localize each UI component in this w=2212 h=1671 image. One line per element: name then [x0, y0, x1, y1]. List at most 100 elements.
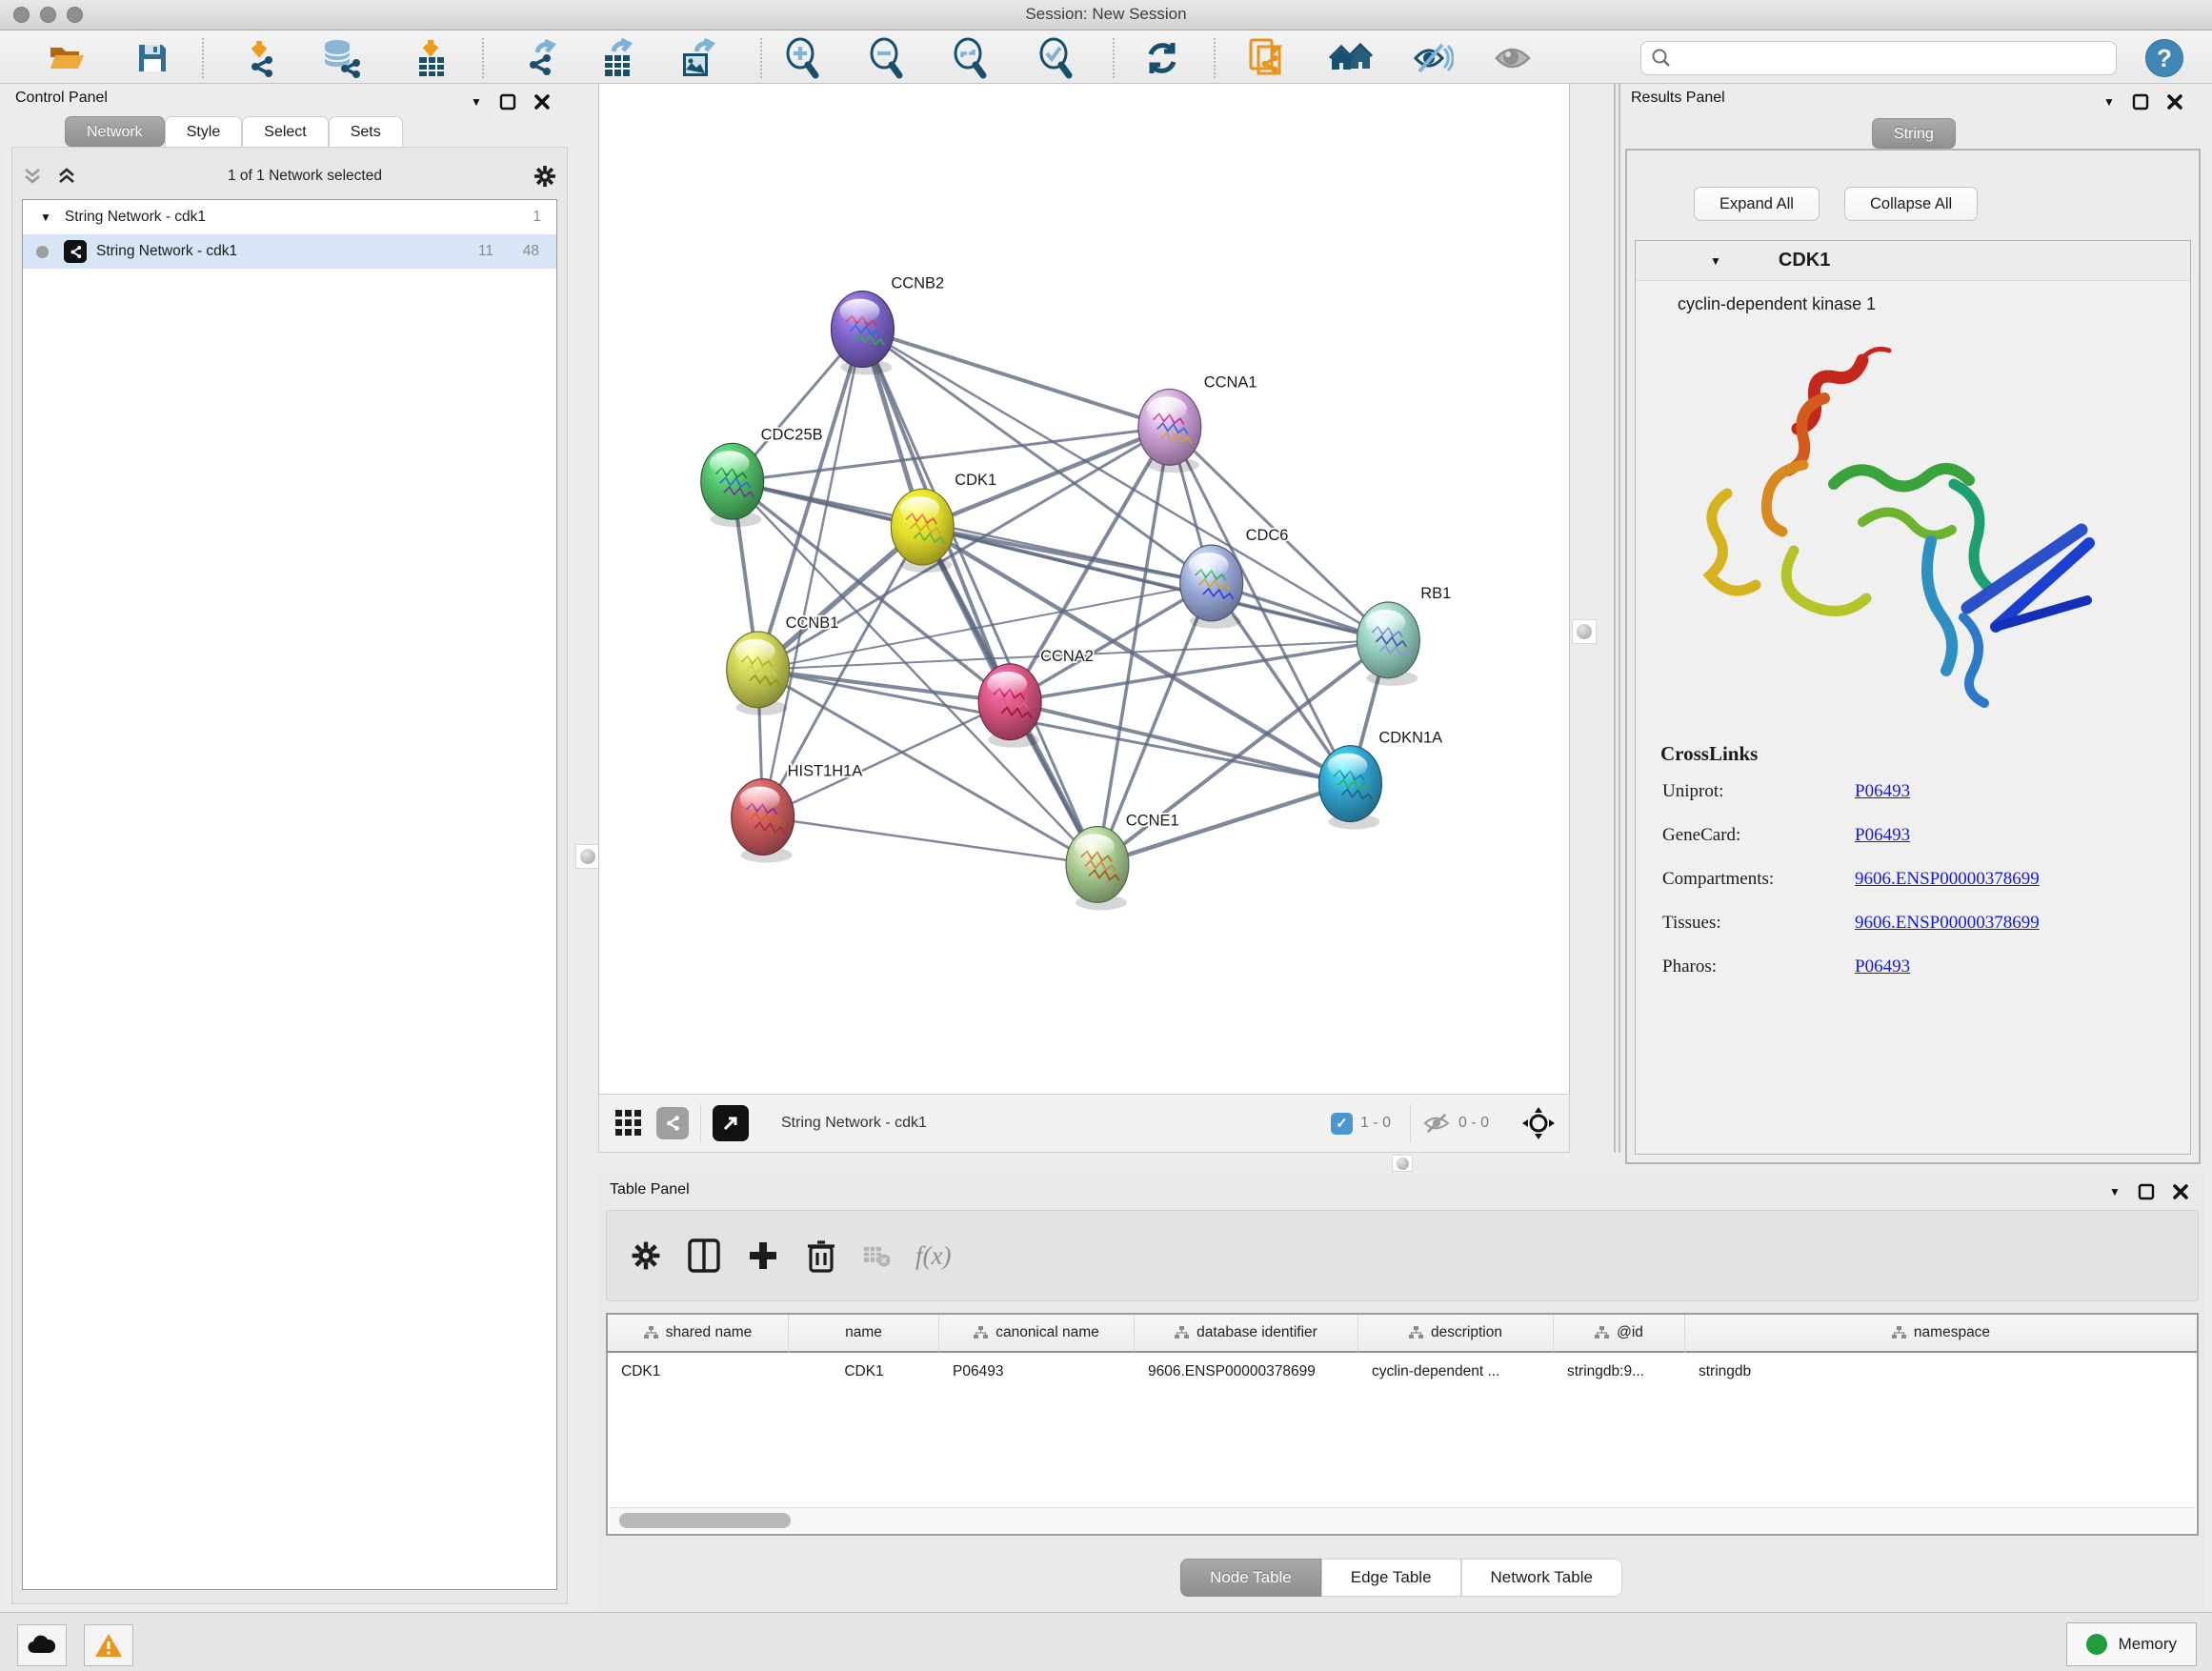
network-node-CDK1[interactable]: CDK1	[891, 472, 996, 573]
network-edge-ccnb2-ccna1[interactable]	[862, 330, 1169, 428]
float-panel-icon[interactable]	[2132, 93, 2149, 111]
network-node-HIST1H1A[interactable]: HIST1H1A	[732, 763, 863, 863]
import-network-database-button[interactable]	[316, 38, 366, 78]
selected-checkbox-icon[interactable]: ✓	[1331, 1113, 1353, 1135]
crosslink-link[interactable]: P06493	[1855, 956, 1910, 977]
column-header-shared-name[interactable]: shared name	[608, 1315, 789, 1353]
import-table-file-button[interactable]	[406, 38, 455, 78]
column-header-id[interactable]: @id	[1554, 1315, 1685, 1353]
birdseye-view-icon[interactable]	[713, 1105, 749, 1141]
left-splitter-handle[interactable]	[575, 844, 600, 869]
close-panel-icon[interactable]	[2172, 1183, 2189, 1200]
network-edge-ccnb1-ccna2[interactable]	[758, 670, 1010, 702]
hidden-eye-icon[interactable]	[1422, 1112, 1451, 1135]
network-share-icon[interactable]	[656, 1107, 689, 1139]
cell-name[interactable]: CDK1	[789, 1353, 939, 1391]
export-image-button[interactable]	[673, 38, 722, 78]
gear-icon[interactable]	[533, 164, 557, 189]
function-builder-icon[interactable]: f(x)	[915, 1241, 951, 1271]
export-network-button[interactable]	[514, 38, 564, 78]
column-header-canonical-name[interactable]: canonical name	[939, 1315, 1135, 1353]
column-header-description[interactable]: description	[1358, 1315, 1554, 1353]
network-edge-hist1h1a-ccne1[interactable]	[763, 817, 1097, 865]
tab-edge-table[interactable]: Edge Table	[1321, 1559, 1461, 1597]
zoom-selected-button[interactable]	[1031, 38, 1080, 78]
tab-network[interactable]: Network	[65, 116, 165, 147]
cell-canonical-name[interactable]: P06493	[939, 1353, 1135, 1391]
cell-id[interactable]: stringdb:9...	[1554, 1353, 1685, 1391]
tab-select[interactable]: Select	[242, 116, 328, 147]
column-header-namespace[interactable]: namespace	[1685, 1315, 2197, 1353]
network-node-CCNB2[interactable]: CCNB2	[832, 275, 945, 375]
right-splitter-handle[interactable]	[1572, 619, 1597, 644]
panel-menu-icon[interactable]: ▼	[471, 96, 482, 108]
network-edge-ccna2-cdkn1a[interactable]	[1010, 702, 1350, 784]
group-expander-icon[interactable]: ▼	[1710, 255, 1721, 267]
network-view-canvas[interactable]: CCNB2CCNA1CDC25BCDK1CDC6RB1CCNB1CCNA2CDK…	[598, 84, 1570, 1094]
export-table-button[interactable]	[593, 38, 642, 78]
warning-status-button[interactable]	[84, 1624, 133, 1666]
column-header-name[interactable]: name	[789, 1315, 939, 1353]
tab-sets[interactable]: Sets	[329, 116, 403, 147]
horizontal-scrollbar[interactable]	[610, 1507, 2195, 1532]
delete-column-icon[interactable]	[805, 1238, 837, 1274]
crosslink-link[interactable]: 9606.ENSP00000378699	[1855, 913, 2040, 934]
network-edge-ccnb2-ccne1[interactable]	[862, 330, 1097, 865]
zoom-in-button[interactable]	[777, 38, 827, 78]
table-settings-gear-icon[interactable]	[630, 1239, 662, 1272]
float-panel-icon[interactable]	[2138, 1183, 2155, 1200]
show-all-views-button[interactable]	[1326, 38, 1376, 78]
network-edge-ccna2-hist1h1a[interactable]	[763, 702, 1010, 817]
network-row[interactable]: String Network - cdk1 11 48	[23, 234, 556, 269]
show-hidden-button[interactable]	[1488, 38, 1538, 78]
select-columns-icon[interactable]	[687, 1238, 721, 1274]
cell-shared-name[interactable]: CDK1	[608, 1353, 789, 1391]
save-session-button[interactable]	[128, 38, 177, 78]
open-session-button[interactable]	[42, 38, 91, 78]
network-node-CCNE1[interactable]: CCNE1	[1066, 813, 1179, 911]
crosslink-link[interactable]: 9606.ENSP00000378699	[1855, 869, 2040, 890]
cell-database-identifier[interactable]: 9606.ENSP00000378699	[1135, 1353, 1358, 1391]
table-row[interactable]: CDK1 CDK1 P06493 9606.ENSP00000378699 cy…	[608, 1353, 2197, 1391]
crosshair-icon[interactable]	[1521, 1106, 1556, 1140]
zoom-fit-button[interactable]	[945, 38, 995, 78]
network-collection-row[interactable]: ▼ String Network - cdk1 1	[23, 200, 556, 234]
crosslink-link[interactable]: P06493	[1855, 781, 1910, 802]
help-button[interactable]: ?	[2145, 39, 2183, 77]
float-panel-icon[interactable]	[499, 93, 516, 111]
tab-style[interactable]: Style	[165, 116, 243, 147]
add-column-icon[interactable]	[746, 1238, 780, 1273]
cloud-status-button[interactable]	[17, 1624, 67, 1666]
apply-layout-button[interactable]	[1137, 38, 1187, 78]
close-panel-icon[interactable]	[533, 93, 551, 111]
network-svg[interactable]: CCNB2CCNA1CDC25BCDK1CDC6RB1CCNB1CCNA2CDK…	[599, 84, 1569, 1094]
network-node-CCNA1[interactable]: CCNA1	[1138, 373, 1257, 473]
memory-button[interactable]: Memory	[2066, 1622, 2197, 1666]
network-edge-ccnb2-rb1[interactable]	[862, 330, 1388, 640]
cell-namespace[interactable]: stringdb	[1685, 1353, 2197, 1391]
expand-all-icon[interactable]	[56, 167, 77, 186]
network-node-CDKN1A[interactable]: CDKN1A	[1319, 730, 1443, 830]
horizontal-splitter-handle[interactable]	[1392, 1155, 1413, 1172]
delete-table-icon[interactable]	[862, 1243, 891, 1268]
grid-view-icon[interactable]	[613, 1107, 645, 1139]
panel-menu-icon[interactable]: ▼	[2103, 96, 2115, 108]
close-panel-icon[interactable]	[2166, 93, 2183, 111]
hide-selected-button[interactable]	[1408, 38, 1458, 78]
tab-network-table[interactable]: Network Table	[1461, 1559, 1622, 1597]
import-network-file-button[interactable]	[234, 38, 284, 78]
tab-node-table[interactable]: Node Table	[1180, 1559, 1321, 1597]
first-neighbors-button[interactable]	[1240, 38, 1290, 78]
tab-string[interactable]: String	[1872, 118, 1956, 149]
scrollbar-thumb[interactable]	[619, 1513, 791, 1528]
protein-group-header[interactable]: ▼ CDK1	[1636, 241, 2190, 281]
panel-menu-icon[interactable]: ▼	[2109, 1186, 2121, 1198]
search-input[interactable]	[1672, 49, 2091, 68]
network-node-RB1[interactable]: RB1	[1357, 585, 1451, 686]
crosslink-link[interactable]: P06493	[1855, 825, 1910, 846]
network-node-CCNB1[interactable]: CCNB1	[727, 614, 839, 715]
collapse-all-button[interactable]: Collapse All	[1844, 187, 1978, 221]
zoom-out-button[interactable]	[861, 38, 911, 78]
tree-expander-icon[interactable]: ▼	[40, 211, 51, 223]
cell-description[interactable]: cyclin-dependent ...	[1358, 1353, 1554, 1391]
